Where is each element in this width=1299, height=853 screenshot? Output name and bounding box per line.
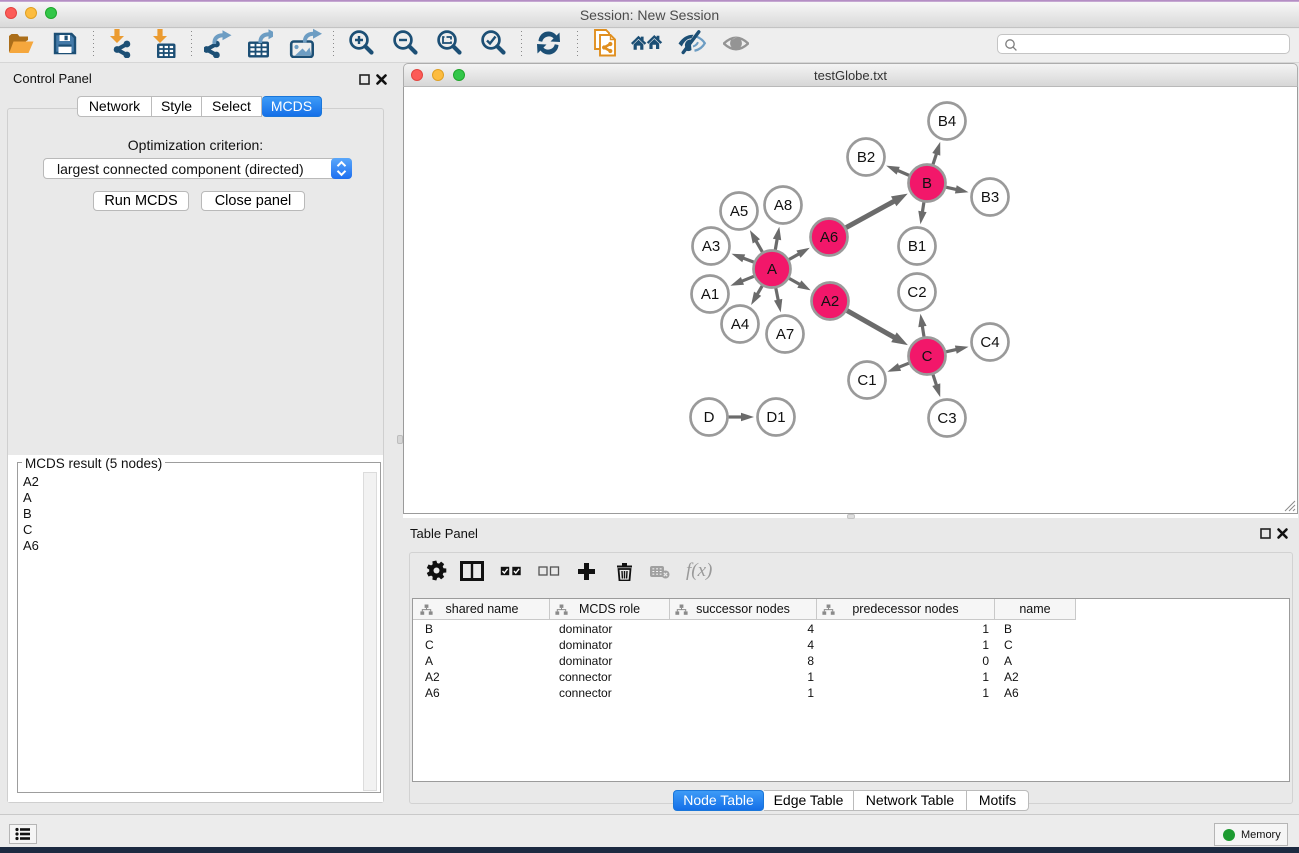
- svg-text:A5: A5: [730, 203, 748, 220]
- svg-text:A2: A2: [821, 293, 839, 310]
- svg-text:C: C: [922, 348, 933, 365]
- svg-text:C2: C2: [907, 284, 926, 301]
- svg-text:A7: A7: [776, 326, 794, 343]
- svg-text:A6: A6: [820, 229, 838, 246]
- svg-text:C4: C4: [980, 334, 999, 351]
- svg-text:D1: D1: [766, 409, 785, 426]
- svg-text:A8: A8: [774, 197, 792, 214]
- svg-text:B: B: [922, 175, 932, 192]
- svg-text:B1: B1: [908, 238, 926, 255]
- svg-text:A1: A1: [701, 286, 719, 303]
- svg-text:C1: C1: [857, 372, 876, 389]
- svg-text:C3: C3: [937, 410, 956, 427]
- svg-text:A4: A4: [731, 316, 749, 333]
- svg-text:B2: B2: [857, 149, 875, 166]
- svg-text:A3: A3: [702, 238, 720, 255]
- svg-text:D: D: [704, 409, 715, 426]
- svg-text:B3: B3: [981, 189, 999, 206]
- svg-text:A: A: [767, 261, 777, 278]
- svg-text:B4: B4: [938, 113, 956, 130]
